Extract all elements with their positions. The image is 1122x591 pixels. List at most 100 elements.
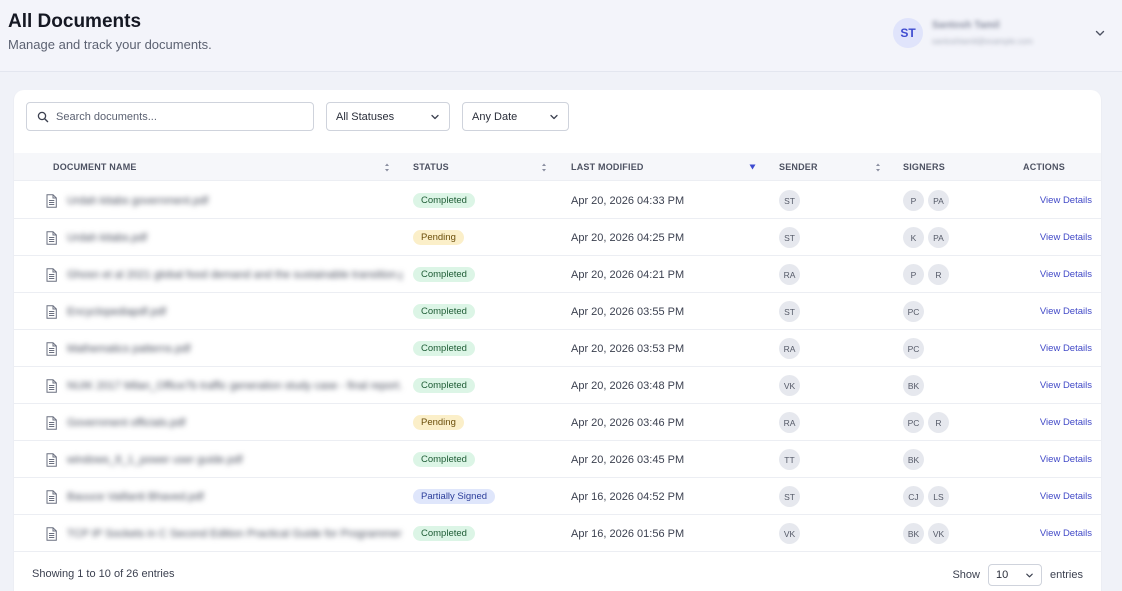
view-details-link[interactable]: View Details <box>1040 515 1092 552</box>
sender-cell: VK <box>779 367 804 404</box>
chevron-down-icon <box>431 114 439 119</box>
show-label: Show <box>952 569 980 581</box>
chevron-down-icon[interactable] <box>1094 27 1106 39</box>
date-filter-value: Any Date <box>472 110 518 123</box>
page-size-control: Show 10 entries <box>952 564 1083 586</box>
document-icon <box>46 478 57 515</box>
search-icon <box>37 111 49 122</box>
avatar[interactable]: ST <box>893 18 923 48</box>
sort-icon[interactable] <box>541 153 547 181</box>
view-details-link[interactable]: View Details <box>1040 478 1092 515</box>
table-row[interactable]: Urdah kitabs.pdf Pending Apr 20, 2026 04:2… <box>14 219 1101 256</box>
sender-cell: RA <box>779 404 804 441</box>
sender-cell: RA <box>779 330 804 367</box>
date-filter[interactable]: Any Date <box>462 102 569 131</box>
table-row[interactable]: Encyclopediapdf.pdf Completed Apr 20, 2026… <box>14 293 1101 330</box>
user-info: Santosh Tamil santoshtamil@example.com <box>932 20 1082 46</box>
column-sender[interactable]: SENDER <box>779 153 818 181</box>
status-cell: Pending <box>413 404 464 441</box>
status-badge: Pending <box>413 230 464 245</box>
user-menu[interactable]: ST Santosh Tamil santoshtamil@example.co… <box>893 17 1106 49</box>
status-badge: Partially Signed <box>413 489 496 504</box>
signer-chip: PC <box>903 301 924 322</box>
status-cell: Completed <box>413 515 475 552</box>
signer-chip: BK <box>903 375 924 396</box>
status-cell: Completed <box>413 256 475 293</box>
entries-summary: Showing 1 to 10 of 26 entries <box>32 568 175 580</box>
document-name[interactable]: Mathematics patterns.pdf <box>67 330 402 367</box>
signer-chip: R <box>928 412 949 433</box>
document-name[interactable]: windows_8_1_power user guide.pdf <box>67 441 402 478</box>
document-name[interactable]: Ghosn et al 2021 global food demand and … <box>67 256 402 293</box>
document-icon <box>46 441 57 478</box>
table-row[interactable]: windows_8_1_power user guide.pdf Complete… <box>14 441 1101 478</box>
column-status[interactable]: STATUS <box>413 153 449 181</box>
table-row[interactable]: Mathematics patterns.pdf Completed Apr 20,… <box>14 330 1101 367</box>
last-modified: Apr 20, 2026 03:48 PM <box>571 379 685 392</box>
document-name[interactable]: TCP IP Sockets in C Second Edition Pract… <box>67 515 402 552</box>
page-title: All Documents <box>8 11 142 32</box>
sender-cell: TT <box>779 441 804 478</box>
page-size-select[interactable]: 10 <box>987 564 1042 586</box>
table-row[interactable]: NUIK 2017 Milan_Office7b traffic generat… <box>14 367 1101 404</box>
view-details-link[interactable]: View Details <box>1040 182 1092 219</box>
status-cell: Completed <box>413 367 475 404</box>
status-filter[interactable]: All Statuses <box>326 102 450 131</box>
sender-chip: TT <box>779 449 800 470</box>
view-details-link[interactable]: View Details <box>1040 256 1092 293</box>
document-name[interactable]: Urdah kitabs government.pdf <box>67 182 402 219</box>
last-modified: Apr 20, 2026 04:33 PM <box>571 194 685 207</box>
view-details-link[interactable]: View Details <box>1040 441 1092 478</box>
status-cell: Completed <box>413 441 475 478</box>
documents-card: All Statuses Any Date DOCUMENT NAME STAT… <box>14 90 1101 591</box>
page-subtitle: Manage and track your documents. <box>8 37 212 52</box>
view-details-link[interactable]: View Details <box>1040 330 1092 367</box>
signer-chip: VK <box>928 523 949 544</box>
document-name[interactable]: Urdah kitabs.pdf <box>67 219 402 256</box>
document-icon <box>46 182 57 219</box>
status-filter-value: All Statuses <box>336 110 395 123</box>
search-box[interactable] <box>26 102 314 131</box>
sort-icon[interactable] <box>875 153 881 181</box>
sender-chip: ST <box>779 227 800 248</box>
search-input[interactable] <box>56 110 296 123</box>
document-name[interactable]: NUIK 2017 Milan_Office7b traffic generat… <box>67 367 402 404</box>
sender-chip: RA <box>779 264 800 285</box>
document-name[interactable]: Encyclopediapdf.pdf <box>67 293 402 330</box>
table-row[interactable]: Urdah kitabs government.pdf Completed Apr … <box>14 182 1101 219</box>
sender-chip: ST <box>779 486 800 507</box>
sort-icon[interactable] <box>384 153 390 181</box>
last-modified: Apr 20, 2026 04:21 PM <box>571 268 685 281</box>
user-email: santoshtamil@example.com <box>932 37 1033 46</box>
document-name[interactable]: Bauuce Vaillanti Bhaved.pdf <box>67 478 402 515</box>
signer-chip: K <box>903 227 924 248</box>
entries-label: entries <box>1049 569 1083 581</box>
signer-chip: PA <box>928 190 949 211</box>
page-header: All Documents Manage and track your docu… <box>0 0 1122 72</box>
document-icon <box>46 367 57 404</box>
last-modified: Apr 20, 2026 03:55 PM <box>571 305 685 318</box>
table-row[interactable]: Government officials.pdf Pending Apr 20, 2… <box>14 404 1101 441</box>
signers-cell: P PA <box>903 182 953 219</box>
table-row[interactable]: Bauuce Vaillanti Bhaved.pdf Partially Sig… <box>14 478 1101 515</box>
view-details-link[interactable]: View Details <box>1040 404 1092 441</box>
column-last-modified[interactable]: LAST MODIFIED <box>571 153 644 181</box>
sender-cell: ST <box>779 293 804 330</box>
table-row[interactable]: Ghosn et al 2021 global food demand and … <box>14 256 1101 293</box>
document-icon <box>46 404 57 441</box>
sort-desc-icon[interactable] <box>749 153 756 181</box>
column-document-name[interactable]: DOCUMENT NAME <box>53 153 137 181</box>
last-modified: Apr 20, 2026 04:25 PM <box>571 231 685 244</box>
table-row[interactable]: TCP IP Sockets in C Second Edition Pract… <box>14 515 1101 552</box>
document-name[interactable]: Government officials.pdf <box>67 404 402 441</box>
status-cell: Partially Signed <box>413 478 496 515</box>
signers-cell: BK <box>903 367 928 404</box>
sender-chip: VK <box>779 375 800 396</box>
view-details-link[interactable]: View Details <box>1040 367 1092 404</box>
status-cell: Completed <box>413 293 475 330</box>
signer-chip: PC <box>903 338 924 359</box>
view-details-link[interactable]: View Details <box>1040 219 1092 256</box>
status-cell: Completed <box>413 182 475 219</box>
view-details-link[interactable]: View Details <box>1040 293 1092 330</box>
sender-chip: RA <box>779 412 800 433</box>
